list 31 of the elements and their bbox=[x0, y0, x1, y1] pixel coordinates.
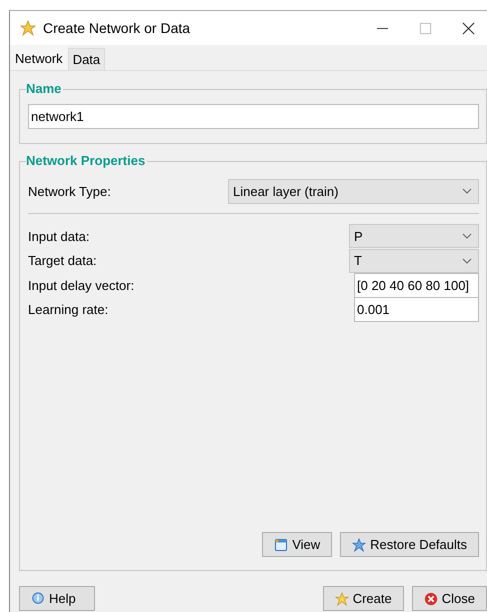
chevron-down-icon bbox=[462, 233, 472, 240]
star-icon bbox=[334, 592, 349, 606]
window-title: Create Network or Data bbox=[43, 20, 190, 36]
star-icon bbox=[352, 538, 366, 552]
window-icon bbox=[274, 538, 288, 552]
dialog-button[interactable]: View bbox=[262, 532, 332, 557]
field-label: Learning rate: bbox=[28, 302, 108, 318]
field-label: Input delay vector: bbox=[28, 278, 134, 293]
chevron-down-icon bbox=[462, 188, 472, 194]
chevron-down-icon bbox=[462, 258, 472, 264]
variable-dropdown[interactable]: T bbox=[349, 248, 479, 273]
input-field[interactable]: [0 20 40 60 80 100] bbox=[354, 272, 479, 298]
info-icon bbox=[31, 592, 45, 606]
group-title: Network Properties bbox=[26, 153, 148, 168]
dialog-button[interactable]: Restore Defaults bbox=[340, 532, 479, 557]
close-icon[interactable] bbox=[462, 22, 475, 34]
field-label: Target data: bbox=[28, 253, 97, 268]
name-field[interactable]: network1 bbox=[28, 104, 479, 129]
dialog-button[interactable]: Create bbox=[322, 586, 404, 611]
variable-dropdown[interactable]: P bbox=[349, 224, 479, 248]
group-title: Name bbox=[26, 81, 64, 96]
tab[interactable]: Data bbox=[68, 48, 106, 70]
help-button[interactable]: Help bbox=[19, 586, 95, 611]
close-icon bbox=[424, 592, 438, 606]
input-field[interactable]: 0.001 bbox=[354, 297, 479, 322]
field-label: Input data: bbox=[28, 228, 90, 244]
tab[interactable]: Network bbox=[10, 45, 68, 70]
dialog-button[interactable]: Close bbox=[412, 586, 487, 611]
star-icon bbox=[20, 20, 36, 36]
network-type-dropdown[interactable]: Linear layer (train) bbox=[228, 178, 479, 204]
field-label: Network Type: bbox=[28, 184, 111, 198]
